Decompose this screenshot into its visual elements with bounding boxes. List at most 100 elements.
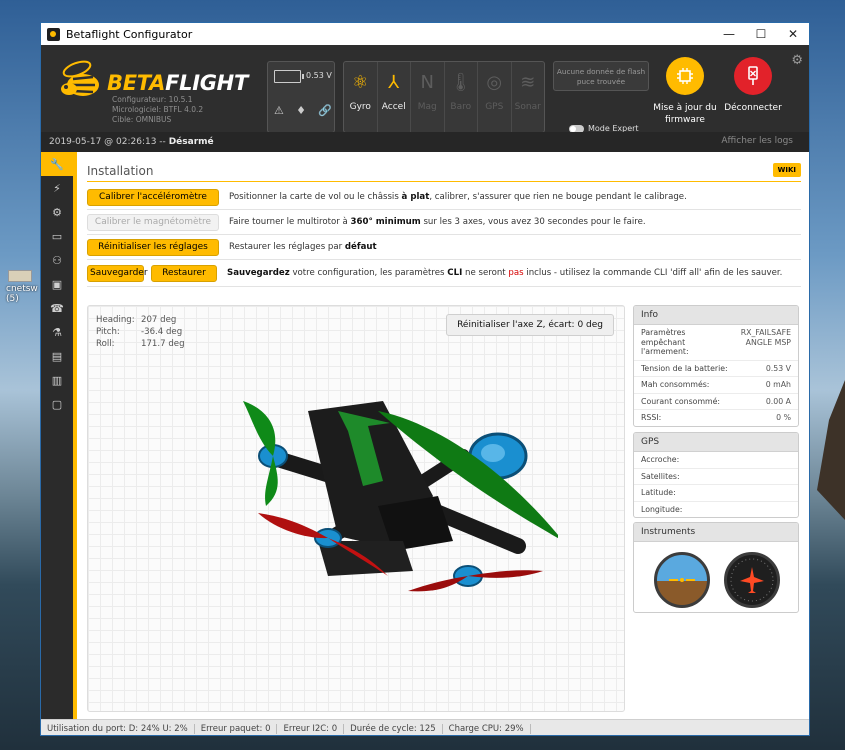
gear-icon: ⚙ [52, 205, 62, 219]
sensor-mag: N Mag [411, 62, 445, 132]
calibrate-accelerometer-button[interactable]: Calibrer l'accéléromètre [87, 188, 219, 206]
packet-error: Erreur paquet: 0 [195, 723, 278, 734]
baro-icon: 🌡 [449, 72, 473, 93]
settings-gear-icon[interactable]: ⚙ [791, 53, 803, 68]
reset-settings-button[interactable]: Réinitialiser les réglages [87, 238, 219, 256]
calibrate-magnetometer-button[interactable]: Calibrer le magnétomètre [87, 213, 219, 231]
firmware-version: Micrologiciel: BTFL 4.0.2 [112, 105, 204, 114]
window-title: Betaflight Configurator [66, 27, 193, 41]
sensor-panel: ⚛ Gyro ⅄ Accel N Mag 🌡 Baro ◎ GPS ≋ Sonar [343, 61, 545, 133]
minimize-button[interactable]: — [713, 23, 745, 45]
port-usage: Utilisation du port: D: 24% U: 2% [41, 723, 195, 734]
dataflash-status: Aucune donnée de flash puce trouvée [553, 61, 649, 91]
model-viewport[interactable]: Heading: 207 deg Pitch: -36.4 deg Roll: 171… [87, 305, 625, 712]
sidebar-item-power[interactable]: ▭ [41, 224, 73, 248]
show-logs-link[interactable]: Afficher les logs [721, 136, 793, 146]
status-footer: Utilisation du port: D: 24% U: 2% Erreur… [41, 719, 809, 735]
sidebar-item-receiver[interactable]: ☎ [41, 296, 73, 320]
reset-z-axis-button[interactable]: Réinitialiser l'axe Z, écart: 0 deg [446, 314, 614, 336]
instruments-panel: Instruments [633, 522, 799, 613]
ports-icon: ▭ [51, 229, 63, 243]
sidebar-item-failsafe[interactable]: ⚇ [41, 248, 73, 272]
info-row: Mah consommés: 0 mAh [634, 377, 798, 394]
close-button[interactable]: ✕ [777, 23, 809, 45]
usb-disconnect-icon [734, 57, 772, 95]
heading-indicator-icon [724, 552, 780, 608]
app-window: Betaflight Configurator — ☐ ✕ BETAFLIGHT… [40, 22, 810, 736]
info-title: Info [634, 306, 798, 325]
info-panel: Info Paramètres empêchant l'armement: RX_… [633, 305, 799, 427]
sidebar: 🔧 ⚡ ⚙ ▭ ⚇ ▣ ☎ ⚗ ▤ ▥ ▢ [41, 152, 73, 719]
sidebar-item-motors[interactable]: ▤ [41, 344, 73, 368]
desktop-shortcut[interactable]: cnetsw (5) [0, 270, 40, 330]
heading-label: Heading: [96, 315, 135, 325]
brand-logo: BETAFLIGHT [107, 71, 248, 95]
sidebar-item-cli[interactable]: ▢ [41, 392, 73, 416]
motor-icon: ▣ [51, 277, 63, 291]
sensor-baro: 🌡 Baro [445, 62, 478, 132]
info-row: Tension de la batterie: 0.53 V [634, 361, 798, 377]
sidebar-item-modes[interactable]: ⚗ [41, 320, 73, 344]
gps-panel: GPS Accroche: Satellites: Latitude: Long… [633, 432, 799, 518]
firmware-info: Configurateur: 10.5.1 Micrologiciel: BTF… [112, 95, 203, 125]
instruments-title: Instruments [634, 523, 798, 542]
roll-value: 171.7 deg [141, 339, 185, 349]
disconnect-label: Déconnecter [724, 103, 782, 113]
app-header: BETAFLIGHT Configurateur: 10.5.1 Microlo… [41, 45, 809, 133]
chip-icon: ▥ [51, 373, 63, 387]
gps-row: Longitude: [641, 504, 683, 514]
reset-desc: Restaurer les réglages par défaut [229, 242, 377, 252]
info-row: Courant consommé: 0.00 A [634, 394, 798, 410]
restore-button[interactable]: Restaurer [151, 264, 217, 282]
action-row-reset: Réinitialiser les réglages Restaurer les… [87, 235, 801, 260]
accel-icon: ⅄ [388, 72, 400, 93]
gyro-icon: ⚛ [352, 72, 369, 93]
receiver-icon: ☎ [50, 301, 64, 315]
network-icon: ⚇ [52, 253, 62, 267]
title-bar[interactable]: Betaflight Configurator — ☐ ✕ [41, 23, 809, 45]
calibrate-mag-desc: Faire tourner le multirotor à 360° minim… [229, 217, 646, 227]
gps-title: GPS [634, 433, 798, 452]
attitude-indicator-icon [654, 552, 710, 608]
wiki-button[interactable]: WIKI [772, 163, 801, 177]
quadcopter-model [243, 401, 558, 592]
gps-row: Latitude: [634, 485, 798, 502]
arming-state: Désarmé [168, 137, 214, 147]
backup-button[interactable]: Sauvegarder [87, 264, 148, 282]
chip-icon [666, 57, 704, 95]
sonar-icon: ≋ [520, 72, 536, 93]
diamond-icon: ♦ [296, 104, 307, 117]
pitch-value: -36.4 deg [141, 327, 183, 337]
bee-logo-icon [61, 60, 99, 96]
battery-panel: 0.53 V ⚠ ♦ 🔗 [267, 61, 335, 133]
sidebar-item-ports[interactable]: ⚡ [41, 176, 73, 200]
battery-voltage: 0.53 V [306, 71, 332, 80]
sidebar-item-blackbox[interactable]: ▥ [41, 368, 73, 392]
pitch-label: Pitch: [96, 327, 120, 337]
mag-icon: N [420, 72, 434, 93]
sidebar-item-pid[interactable]: ▣ [41, 272, 73, 296]
target-board: Cible: OMNIBUS [112, 115, 172, 124]
wrench-icon: 🔧 [50, 157, 64, 171]
action-row-calibrate-mag: Calibrer le magnétomètre Faire tourner l… [87, 210, 801, 235]
gps-icon: ◎ [486, 72, 503, 93]
desktop-shortcut-label: cnetsw (5) [6, 284, 38, 304]
attitude-readout: Heading: 207 deg Pitch: -36.4 deg Roll: 171… [96, 314, 185, 350]
info-row: RSSI: 0 % [641, 413, 791, 422]
app-icon [47, 27, 60, 41]
sidebar-item-setup[interactable]: 🔧 [41, 152, 73, 176]
i2c-error: Erreur I2C: 0 [277, 723, 345, 734]
desktop-rocks [817, 380, 845, 520]
maximize-button[interactable]: ☐ [745, 23, 777, 45]
shortcut-icon [8, 270, 32, 282]
sensor-sonar: ≋ Sonar [512, 62, 545, 132]
gps-row: Accroche: [634, 452, 798, 469]
sidebar-item-configuration[interactable]: ⚙ [41, 200, 73, 224]
link-icon: 🔗 [318, 104, 332, 117]
action-row-calibrate-acc: Calibrer l'accéléromètre Positionner la … [87, 185, 801, 210]
disconnect-button[interactable]: Déconnecter [713, 57, 793, 114]
action-row-backup: Sauvegarder Restaurer Sauvegardez votre … [87, 260, 801, 287]
setup-content: Installation WIKI Calibrer l'accéléromèt… [77, 152, 809, 719]
sensor-accel: ⅄ Accel [378, 62, 411, 132]
sensor-gyro: ⚛ Gyro [344, 62, 378, 132]
